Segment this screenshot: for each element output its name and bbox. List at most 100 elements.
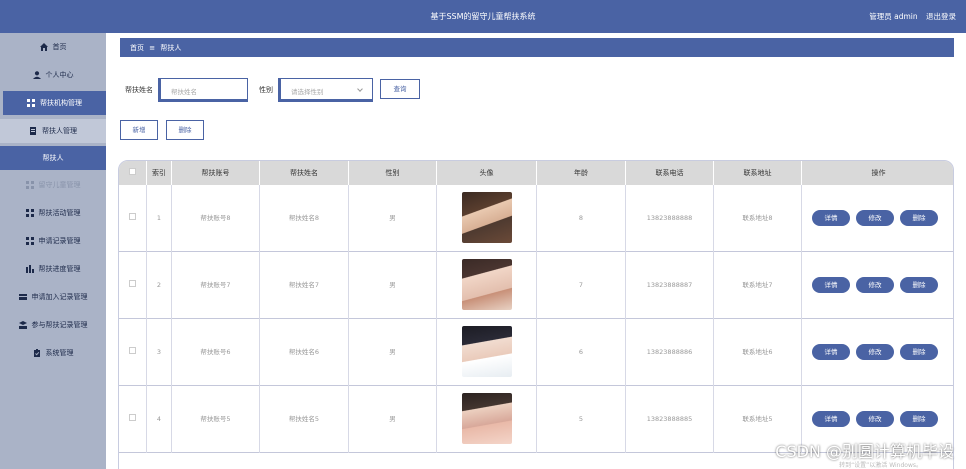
- cell-index: 3: [147, 319, 172, 386]
- search-bar: 帮扶姓名 帮扶姓名 性别 请选择性别 查询: [120, 78, 440, 102]
- admin-label: 管理员 admin: [869, 12, 918, 21]
- cell-address: 联系地址8: [714, 185, 802, 252]
- column-header: 帮扶姓名: [260, 161, 349, 185]
- sidebar-item-label: 个人中心: [45, 71, 74, 79]
- cell-age: 5: [537, 386, 626, 453]
- name-placeholder: 帮扶姓名: [171, 88, 197, 96]
- cell-address: 联系地址7: [714, 252, 802, 319]
- column-header: 帮扶账号: [172, 161, 260, 185]
- sidebar-item-org[interactable]: 帮扶机构管理: [3, 91, 106, 115]
- column-header: 联系地址: [714, 161, 802, 185]
- row-checkbox[interactable]: [129, 414, 136, 421]
- data-table: 索引 帮扶账号 帮扶姓名 性别 头像 年龄 联系电话 联系地址 操作 1 帮扶账号…: [118, 160, 954, 469]
- sidebar-item-label: 帮扶进度管理: [38, 265, 81, 273]
- sidebar-item-label: 系统管理: [45, 349, 74, 357]
- sidebar: 首页 个人中心 帮扶机构管理 帮扶人管理 帮扶人 留守儿童管理 帮扶活动管理 申…: [0, 33, 106, 469]
- avatar-cell: [437, 386, 537, 453]
- sidebar-item-home[interactable]: 首页: [0, 35, 106, 59]
- clipboard-icon: [33, 349, 41, 357]
- cell-name: 帮扶姓名6: [260, 319, 349, 386]
- sidebar-item-label: 帮扶活动管理: [38, 209, 81, 217]
- breadcrumb-home[interactable]: 首页: [130, 44, 144, 52]
- batch-delete-button[interactable]: 删除: [166, 120, 204, 140]
- avatar-cell: [437, 185, 537, 252]
- detail-button[interactable]: 详情: [812, 210, 850, 226]
- operations-cell: 详情 修改 删除: [802, 319, 953, 386]
- delete-button[interactable]: 删除: [900, 344, 938, 360]
- sidebar-item-helper[interactable]: 帮扶人: [0, 146, 106, 170]
- name-search-input[interactable]: 帮扶姓名: [158, 78, 248, 102]
- table-row: 3 帮扶账号6 帮扶姓名6 男 6 13823888886 联系地址6 详情 修改 删除: [119, 319, 953, 386]
- avatar-cell: [437, 319, 537, 386]
- cell-gender: 男: [349, 386, 437, 453]
- stack-icon: [18, 321, 27, 329]
- row-checkbox[interactable]: [129, 280, 136, 287]
- detail-button[interactable]: 详情: [812, 277, 850, 293]
- delete-button[interactable]: 删除: [900, 277, 938, 293]
- cell-phone: 13823888888: [626, 185, 714, 252]
- row-select-cell: [119, 386, 147, 453]
- cell-account: 帮扶账号8: [172, 185, 260, 252]
- avatar: [462, 259, 512, 310]
- sidebar-item-activity[interactable]: 帮扶活动管理: [0, 201, 106, 225]
- edit-button[interactable]: 修改: [856, 411, 894, 427]
- row-checkbox[interactable]: [129, 213, 136, 220]
- cell-index: 2: [147, 252, 172, 319]
- user-area: 管理员 admin 退出登录: [863, 11, 956, 22]
- sidebar-item-label: 参与帮扶记录管理: [31, 321, 88, 329]
- sidebar-item-system[interactable]: 系统管理: [0, 341, 106, 365]
- sidebar-item-participate-record[interactable]: 参与帮扶记录管理: [0, 313, 106, 337]
- top-bar: 基于SSM的留守儿童帮扶系统 管理员 admin 退出登录: [0, 0, 966, 33]
- edit-button[interactable]: 修改: [856, 210, 894, 226]
- grid-icon: [25, 237, 34, 245]
- user-icon: [32, 71, 41, 79]
- cell-phone: 13823888887: [626, 252, 714, 319]
- logout-link[interactable]: 退出登录: [926, 12, 956, 21]
- row-select-cell: [119, 252, 147, 319]
- select-all-cell: [119, 161, 147, 185]
- cell-gender: 男: [349, 185, 437, 252]
- query-button[interactable]: 查询: [380, 79, 420, 99]
- grid-icon: [27, 99, 35, 107]
- delete-button[interactable]: 删除: [900, 210, 938, 226]
- sidebar-item-children[interactable]: 留守儿童管理: [0, 173, 106, 197]
- column-header: 索引: [147, 161, 172, 185]
- row-checkbox[interactable]: [129, 347, 136, 354]
- detail-button[interactable]: 详情: [812, 411, 850, 427]
- sidebar-item-progress[interactable]: 帮扶进度管理: [0, 257, 106, 281]
- cell-account: 帮扶账号5: [172, 386, 260, 453]
- sidebar-item-profile[interactable]: 个人中心: [0, 63, 106, 87]
- table-row: 2 帮扶账号7 帮扶姓名7 男 7 13823888887 联系地址7 详情 修改 删除: [119, 252, 953, 319]
- gender-select[interactable]: 请选择性别: [278, 78, 373, 102]
- cell-age: 8: [537, 185, 626, 252]
- sidebar-item-join-record[interactable]: 申请加入记录管理: [0, 285, 106, 309]
- sidebar-item-label: 帮扶机构管理: [40, 99, 82, 107]
- detail-button[interactable]: 详情: [812, 344, 850, 360]
- cell-gender: 男: [349, 319, 437, 386]
- system-title: 基于SSM的留守儿童帮扶系统: [430, 12, 536, 21]
- add-button[interactable]: 新增: [120, 120, 158, 140]
- sidebar-item-label: 首页: [52, 43, 67, 51]
- grid-icon: [25, 209, 34, 217]
- table-header: 索引 帮扶账号 帮扶姓名 性别 头像 年龄 联系电话 联系地址 操作: [119, 161, 953, 185]
- select-all-checkbox[interactable]: [129, 168, 136, 175]
- avatar: [462, 326, 512, 377]
- sidebar-item-label: 留守儿童管理: [38, 181, 81, 189]
- sidebar-item-helper-mgmt[interactable]: 帮扶人管理: [0, 119, 106, 143]
- sidebar-item-apply-record[interactable]: 申请记录管理: [0, 229, 106, 253]
- sidebar-item-label: 帮扶人管理: [42, 127, 77, 135]
- edit-button[interactable]: 修改: [856, 277, 894, 293]
- edit-button[interactable]: 修改: [856, 344, 894, 360]
- column-header: 性别: [349, 161, 437, 185]
- cell-phone: 13823888886: [626, 319, 714, 386]
- column-header: 头像: [437, 161, 537, 185]
- cell-index: 4: [147, 386, 172, 453]
- sidebar-item-label: 帮扶人: [42, 154, 64, 162]
- home-icon: [39, 43, 48, 51]
- column-header: 操作: [871, 169, 886, 177]
- cell-phone: 13823888885: [626, 386, 714, 453]
- chart-icon: [25, 265, 34, 273]
- cell-gender: 男: [349, 252, 437, 319]
- gender-label: 性别: [259, 86, 273, 94]
- delete-button[interactable]: 删除: [900, 411, 938, 427]
